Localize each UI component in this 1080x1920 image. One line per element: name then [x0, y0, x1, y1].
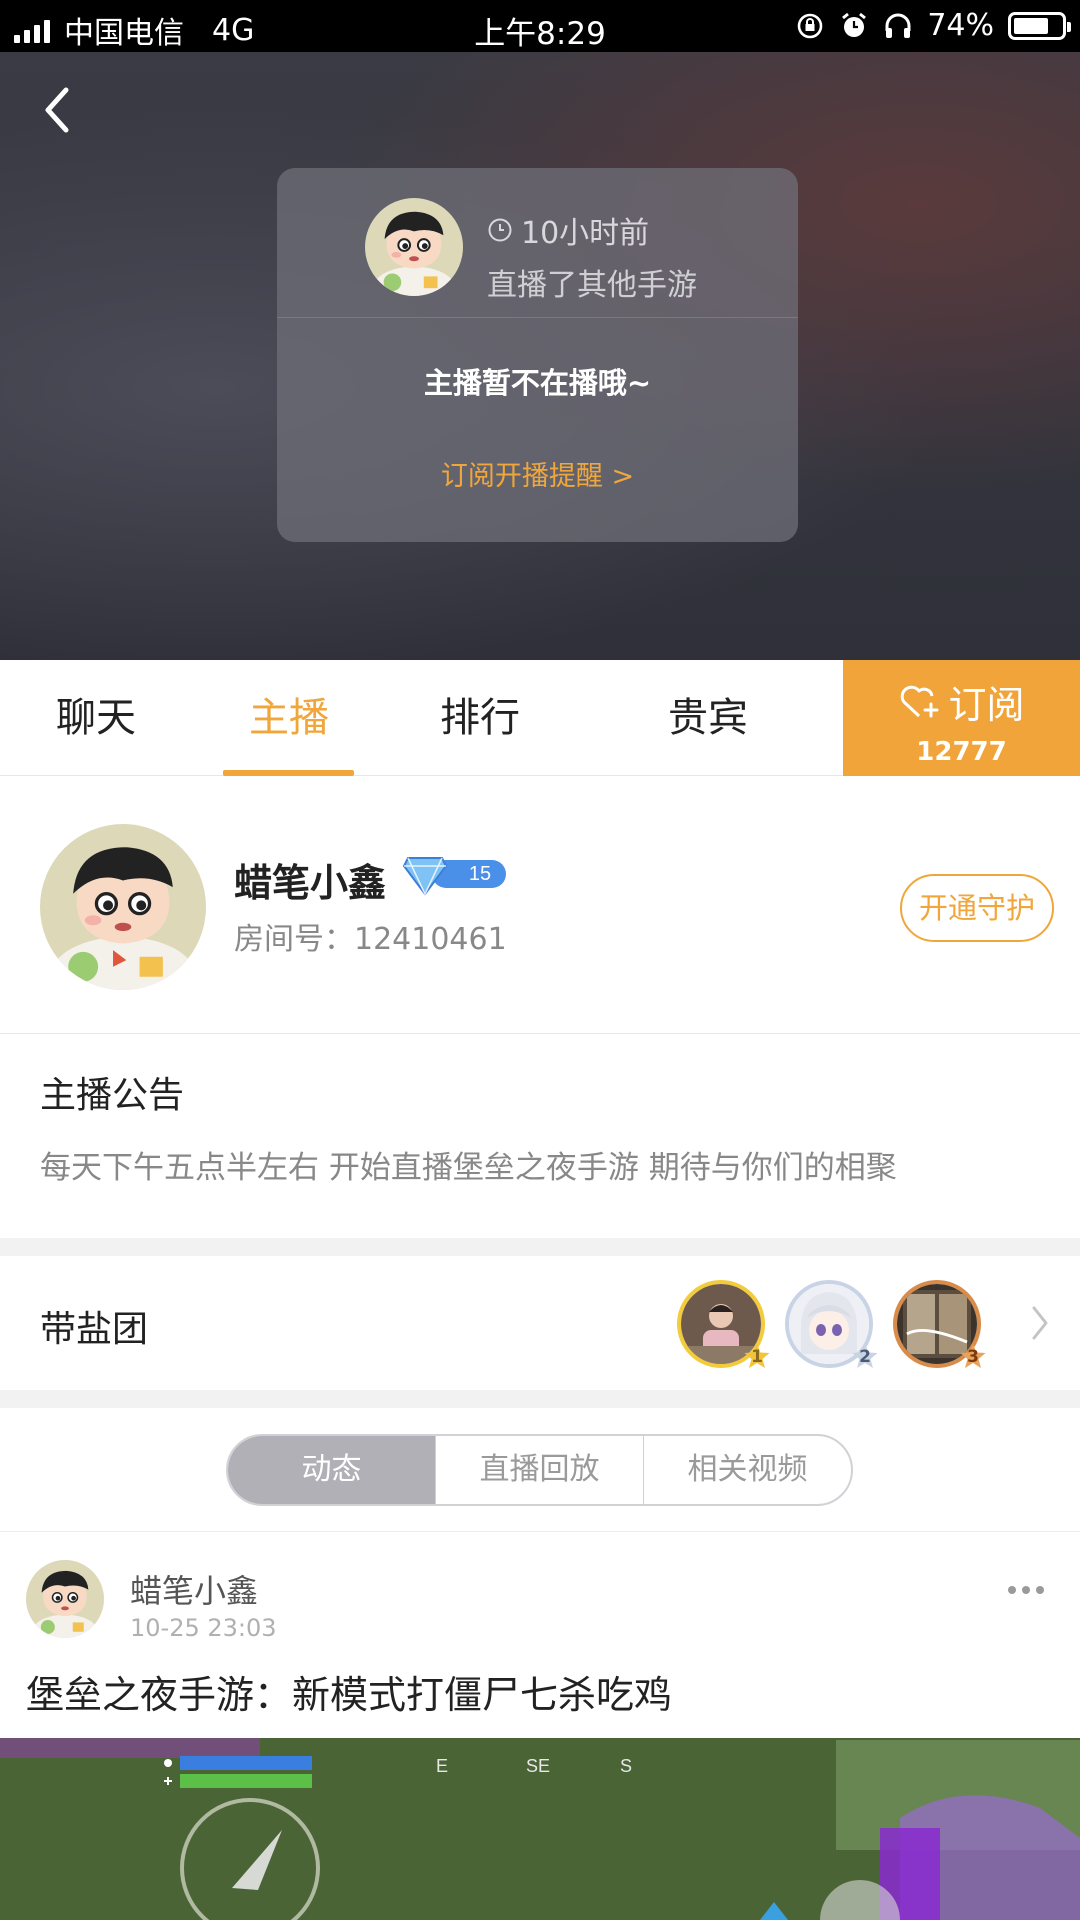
post-video-thumbnail[interactable]: E SE S	[0, 1738, 1080, 1920]
room-tab-bar: 聊天 主播 排行 贵宾 订阅 12777	[0, 660, 1080, 776]
subscribe-reminder-link[interactable]: 订阅开播提醒 >	[277, 454, 798, 493]
open-guard-button[interactable]: 开通守护	[900, 874, 1054, 942]
headphones-icon	[885, 13, 911, 38]
streamer-notice: 主播公告 每天下午五点半左右 开始直播堡垒之夜手游 期待与你们的相聚	[0, 1034, 1080, 1238]
battery-icon	[1008, 11, 1071, 40]
clock-icon	[488, 218, 512, 242]
segment-feed[interactable]: 动态	[228, 1436, 435, 1504]
level-badge: 15	[402, 848, 508, 898]
chevron-right-icon[interactable]	[1030, 1304, 1050, 1342]
notice-title: 主播公告	[40, 1075, 185, 1116]
back-arrow-icon[interactable]	[36, 82, 80, 138]
fan-group-row[interactable]: 带盐团 1 2 3	[0, 1256, 1080, 1390]
subscribe-button[interactable]: 订阅 12777	[843, 660, 1080, 776]
section-divider	[0, 1390, 1080, 1408]
post-title: 堡垒之夜手游：新模式打僵尸七杀吃鸡	[26, 1673, 673, 1717]
segment-replays[interactable]: 直播回放	[435, 1436, 643, 1504]
rank-3-badge: 3	[958, 1342, 988, 1372]
status-bar: 中国电信 4G 上午8:29 74%	[0, 0, 1080, 52]
room-number: 房间号：12410461	[234, 922, 507, 957]
last-live-description: 直播了其他手游	[487, 268, 697, 303]
offline-message: 主播暂不在播哦~	[423, 366, 652, 400]
svg-text:E: E	[436, 1756, 448, 1776]
tab-chat[interactable]: 聊天	[40, 660, 152, 776]
fan-group-title: 带盐团	[40, 1309, 149, 1350]
tab-vip[interactable]: 贵宾	[652, 660, 764, 776]
section-divider	[0, 1238, 1080, 1256]
feed-post[interactable]: 蜡笔小鑫 10-25 23:03 堡垒之夜手游：新模式打僵尸七杀吃鸡 E SE S	[0, 1532, 1080, 1920]
player-area: 10小时前 直播了其他手游 主播暂不在播哦~ 订阅开播提醒 >	[0, 52, 1080, 660]
svg-text:S: S	[620, 1756, 632, 1776]
post-author-avatar[interactable]	[26, 1560, 104, 1638]
offline-card: 10小时前 直播了其他手游 主播暂不在播哦~ 订阅开播提醒 >	[277, 168, 798, 542]
post-author-name: 蜡笔小鑫	[130, 1572, 259, 1610]
last-live-time: 10小时前	[521, 216, 650, 251]
subscriber-count: 12777	[916, 737, 1007, 767]
level-number: 15	[469, 863, 491, 885]
tab-ranking[interactable]: 排行	[424, 660, 536, 776]
svg-text:SE: SE	[526, 1756, 550, 1776]
segment-videos[interactable]: 相关视频	[643, 1436, 851, 1504]
rotation-lock-icon	[798, 13, 823, 38]
notice-body: 每天下午五点半左右 开始直播堡垒之夜手游 期待与你们的相聚	[40, 1150, 897, 1186]
subscribe-label: 订阅	[948, 683, 1025, 727]
more-options-icon[interactable]	[1006, 1580, 1046, 1600]
streamer-avatar[interactable]	[40, 824, 206, 990]
streamer-avatar-small	[365, 198, 463, 296]
tab-streamer[interactable]: 主播	[228, 660, 350, 776]
post-timestamp: 10-25 23:03	[130, 1614, 277, 1642]
content-switcher: 动态 直播回放 相关视频	[0, 1408, 1080, 1532]
rank-1-badge: 1	[742, 1342, 772, 1372]
streamer-name: 蜡笔小鑫	[234, 861, 387, 905]
battery-percent: 74%	[927, 8, 994, 43]
streamer-info: 蜡笔小鑫 15 房间号：12410461 开通守护	[0, 776, 1080, 1034]
heart-plus-icon	[901, 685, 939, 717]
alarm-icon	[842, 12, 867, 37]
rank-2-badge: 2	[850, 1342, 880, 1372]
